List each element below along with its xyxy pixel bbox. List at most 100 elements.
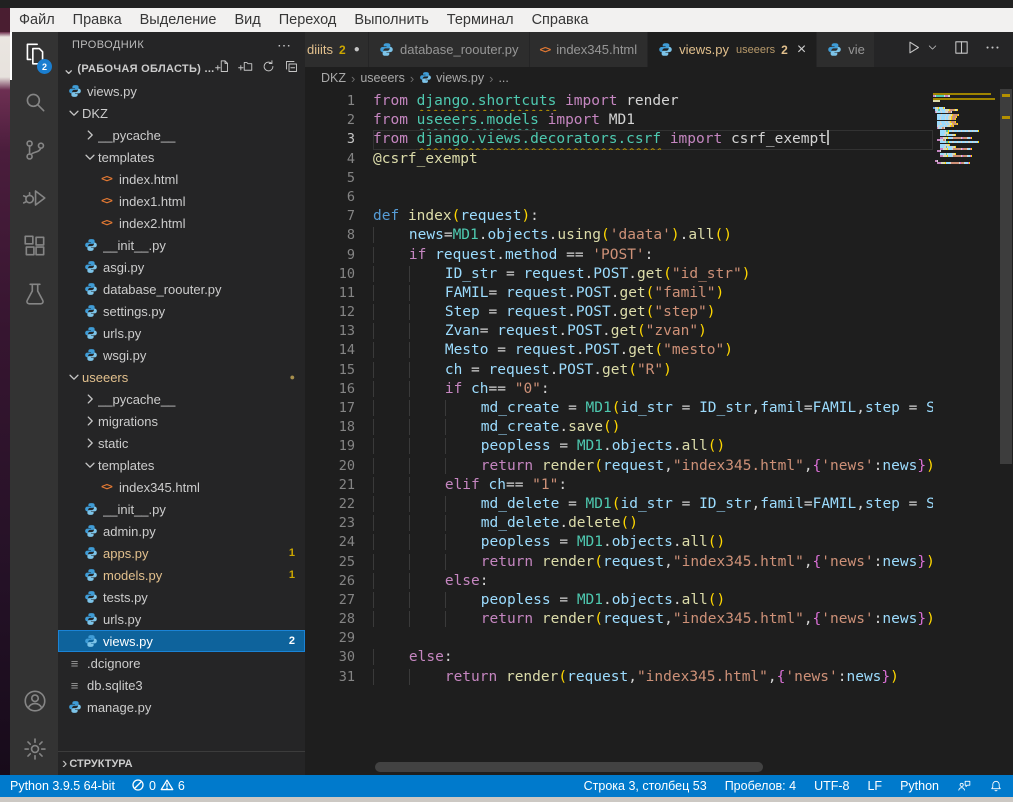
tab-database_roouter.py[interactable]: database_roouter.py bbox=[369, 32, 530, 67]
tree-item-DKZ[interactable]: DKZ bbox=[58, 102, 305, 124]
horizontal-scrollbar-slider[interactable] bbox=[375, 762, 763, 772]
code-line-14[interactable]: 14 Mesto = request.POST.get("mesto") bbox=[305, 341, 933, 360]
code-line-15[interactable]: 15 ch = request.POST.get("R") bbox=[305, 361, 933, 380]
tree-item-views.py[interactable]: views.py bbox=[58, 80, 305, 102]
code-line-6[interactable]: 6 bbox=[305, 188, 933, 207]
feedback-icon[interactable] bbox=[957, 779, 971, 793]
tree-item-settings.py[interactable]: settings.py bbox=[58, 300, 305, 322]
tree-item-wsgi.py[interactable]: wsgi.py bbox=[58, 344, 305, 366]
code-line-27[interactable]: 27 peopless = MD1.objects.all() bbox=[305, 591, 933, 610]
tree-item-index.html[interactable]: <>index.html bbox=[58, 168, 305, 190]
tree-item-__init__.py[interactable]: __init__.py bbox=[58, 234, 305, 256]
notifications-bell-icon[interactable] bbox=[989, 779, 1003, 793]
chevron-down-icon[interactable] bbox=[936, 41, 939, 59]
code-line-3[interactable]: 3 from django.views.decorators.csrf impo… bbox=[305, 130, 933, 149]
code-line-30[interactable]: 30 else: bbox=[305, 648, 933, 667]
status-Python[interactable]: Python bbox=[900, 779, 939, 793]
tree-item-tests.py[interactable]: tests.py bbox=[58, 586, 305, 608]
breadcrumb-item[interactable]: DKZ bbox=[321, 71, 346, 85]
split-editor-icon[interactable] bbox=[953, 39, 970, 61]
activity-search[interactable] bbox=[10, 80, 58, 128]
code-line-25[interactable]: 25 return render(request,"index345.html"… bbox=[305, 553, 933, 572]
code-line-18[interactable]: 18 md_create.save() bbox=[305, 418, 933, 437]
tree-item-urls.py[interactable]: urls.py bbox=[58, 608, 305, 630]
outline-section[interactable]: › СТРУКТУРА bbox=[58, 751, 305, 775]
tree-item-__init__.py[interactable]: __init__.py bbox=[58, 498, 305, 520]
status-UTF-8[interactable]: UTF-8 bbox=[814, 779, 849, 793]
tree-item-.dcignore[interactable]: ≡.dcignore bbox=[58, 652, 305, 674]
activity-extensions[interactable] bbox=[10, 224, 58, 272]
vertical-scrollbar-slider[interactable] bbox=[1000, 89, 1012, 464]
code-editor[interactable]: 1 from django.shortcuts import render 2 … bbox=[305, 89, 1013, 775]
breadcrumb-item[interactable]: ... bbox=[498, 71, 508, 85]
menu-Выполнить[interactable]: Выполнить bbox=[345, 8, 437, 32]
code-line-11[interactable]: 11 FAMIL= request.POST.get("famil") bbox=[305, 284, 933, 303]
tree-item-models.py[interactable]: models.py1 bbox=[58, 564, 305, 586]
menu-Справка[interactable]: Справка bbox=[523, 8, 598, 32]
tree-item-migrations[interactable]: migrations bbox=[58, 410, 305, 432]
tree-item-urls.py[interactable]: urls.py bbox=[58, 322, 305, 344]
refresh-icon[interactable] bbox=[261, 59, 276, 79]
code-line-20[interactable]: 20 return render(request,"index345.html"… bbox=[305, 457, 933, 476]
code-line-16[interactable]: 16 if ch== "0": bbox=[305, 380, 933, 399]
tree-item-__pycache__[interactable]: __pycache__ bbox=[58, 124, 305, 146]
code-line-21[interactable]: 21 elif ch== "1": bbox=[305, 476, 933, 495]
code-line-7[interactable]: 7 def index(request): bbox=[305, 207, 933, 226]
tree-item-templates[interactable]: templates bbox=[58, 454, 305, 476]
tree-item-database_roouter.py[interactable]: database_roouter.py bbox=[58, 278, 305, 300]
code-line-23[interactable]: 23 md_delete.delete() bbox=[305, 514, 933, 533]
breadcrumb-item[interactable]: views.py bbox=[419, 71, 484, 85]
menu-Вид[interactable]: Вид bbox=[225, 8, 269, 32]
activity-run-debug[interactable] bbox=[10, 176, 58, 224]
code-line-24[interactable]: 24 peopless = MD1.objects.all() bbox=[305, 533, 933, 552]
new-file-icon[interactable] bbox=[215, 59, 230, 79]
more-actions-icon[interactable] bbox=[984, 39, 1001, 61]
tree-item-templates[interactable]: templates bbox=[58, 146, 305, 168]
tree-item-index1.html[interactable]: <>index1.html bbox=[58, 190, 305, 212]
more-actions-icon[interactable]: ⋯ bbox=[277, 37, 291, 54]
python-interpreter-status[interactable]: Python 3.9.5 64-bit bbox=[10, 779, 115, 793]
menu-Правка[interactable]: Правка bbox=[64, 8, 131, 32]
activity-explorer[interactable]: 2 bbox=[10, 32, 58, 80]
new-folder-icon[interactable] bbox=[238, 59, 253, 79]
code-line-12[interactable]: 12 Step = request.POST.get("step") bbox=[305, 303, 933, 322]
menu-Файл[interactable]: Файл bbox=[10, 8, 64, 32]
tree-item-views.py[interactable]: views.py2 bbox=[58, 630, 305, 652]
vertical-scrollbar[interactable] bbox=[999, 89, 1013, 775]
minimap[interactable] bbox=[933, 93, 999, 164]
code-line-26[interactable]: 26 else: bbox=[305, 572, 933, 591]
activity-source-control[interactable] bbox=[10, 128, 58, 176]
tab-views.py[interactable]: views.pyuseeers2× bbox=[648, 32, 817, 67]
problems-status[interactable]: 0 6 bbox=[131, 778, 185, 795]
code-line-9[interactable]: 9 if request.method == 'POST': bbox=[305, 246, 933, 265]
tree-item-index345.html[interactable]: <>index345.html bbox=[58, 476, 305, 498]
code-line-8[interactable]: 8 news=MD1.objects.using('daata').all() bbox=[305, 226, 933, 245]
breadcrumb-item[interactable]: useeers bbox=[360, 71, 404, 85]
tree-item-__pycache__[interactable]: __pycache__ bbox=[58, 388, 305, 410]
tree-item-db.sqlite3[interactable]: ≡db.sqlite3 bbox=[58, 674, 305, 696]
close-icon[interactable]: × bbox=[797, 42, 806, 58]
code-line-1[interactable]: 1 from django.shortcuts import render bbox=[305, 92, 933, 111]
menu-Переход[interactable]: Переход bbox=[270, 8, 346, 32]
activity-testing[interactable] bbox=[10, 272, 58, 320]
activity-settings[interactable] bbox=[10, 727, 58, 775]
status-Пробелов: 4[interactable]: Пробелов: 4 bbox=[725, 779, 796, 793]
status-Строка 3, столбец 53[interactable]: Строка 3, столбец 53 bbox=[584, 779, 707, 793]
tree-item-index2.html[interactable]: <>index2.html bbox=[58, 212, 305, 234]
tree-item-asgi.py[interactable]: asgi.py bbox=[58, 256, 305, 278]
code-line-5[interactable]: 5 bbox=[305, 169, 933, 188]
collapse-all-icon[interactable] bbox=[284, 59, 299, 79]
tree-item-apps.py[interactable]: apps.py1 bbox=[58, 542, 305, 564]
tab-vie[interactable]: vie bbox=[817, 32, 875, 67]
code-line-17[interactable]: 17 md_create = MD1(id_str = ID_str,famil… bbox=[305, 399, 933, 418]
tab-index345.html[interactable]: <>index345.html bbox=[530, 32, 649, 67]
menu-Выделение[interactable]: Выделение bbox=[131, 8, 226, 32]
tree-item-useeers[interactable]: useeers● bbox=[58, 366, 305, 388]
tree-item-static[interactable]: static bbox=[58, 432, 305, 454]
code-line-28[interactable]: 28 return render(request,"index345.html"… bbox=[305, 610, 933, 629]
code-line-4[interactable]: 4 @csrf_exempt bbox=[305, 150, 933, 169]
run-icon[interactable] bbox=[905, 39, 922, 61]
code-line-19[interactable]: 19 peopless = MD1.objects.all() bbox=[305, 437, 933, 456]
code-line-10[interactable]: 10 ID_str = request.POST.get("id_str") bbox=[305, 265, 933, 284]
workspace-section-header[interactable]: ⌄ (РАБОЧАЯ ОБЛАСТЬ) ... bbox=[58, 58, 305, 80]
